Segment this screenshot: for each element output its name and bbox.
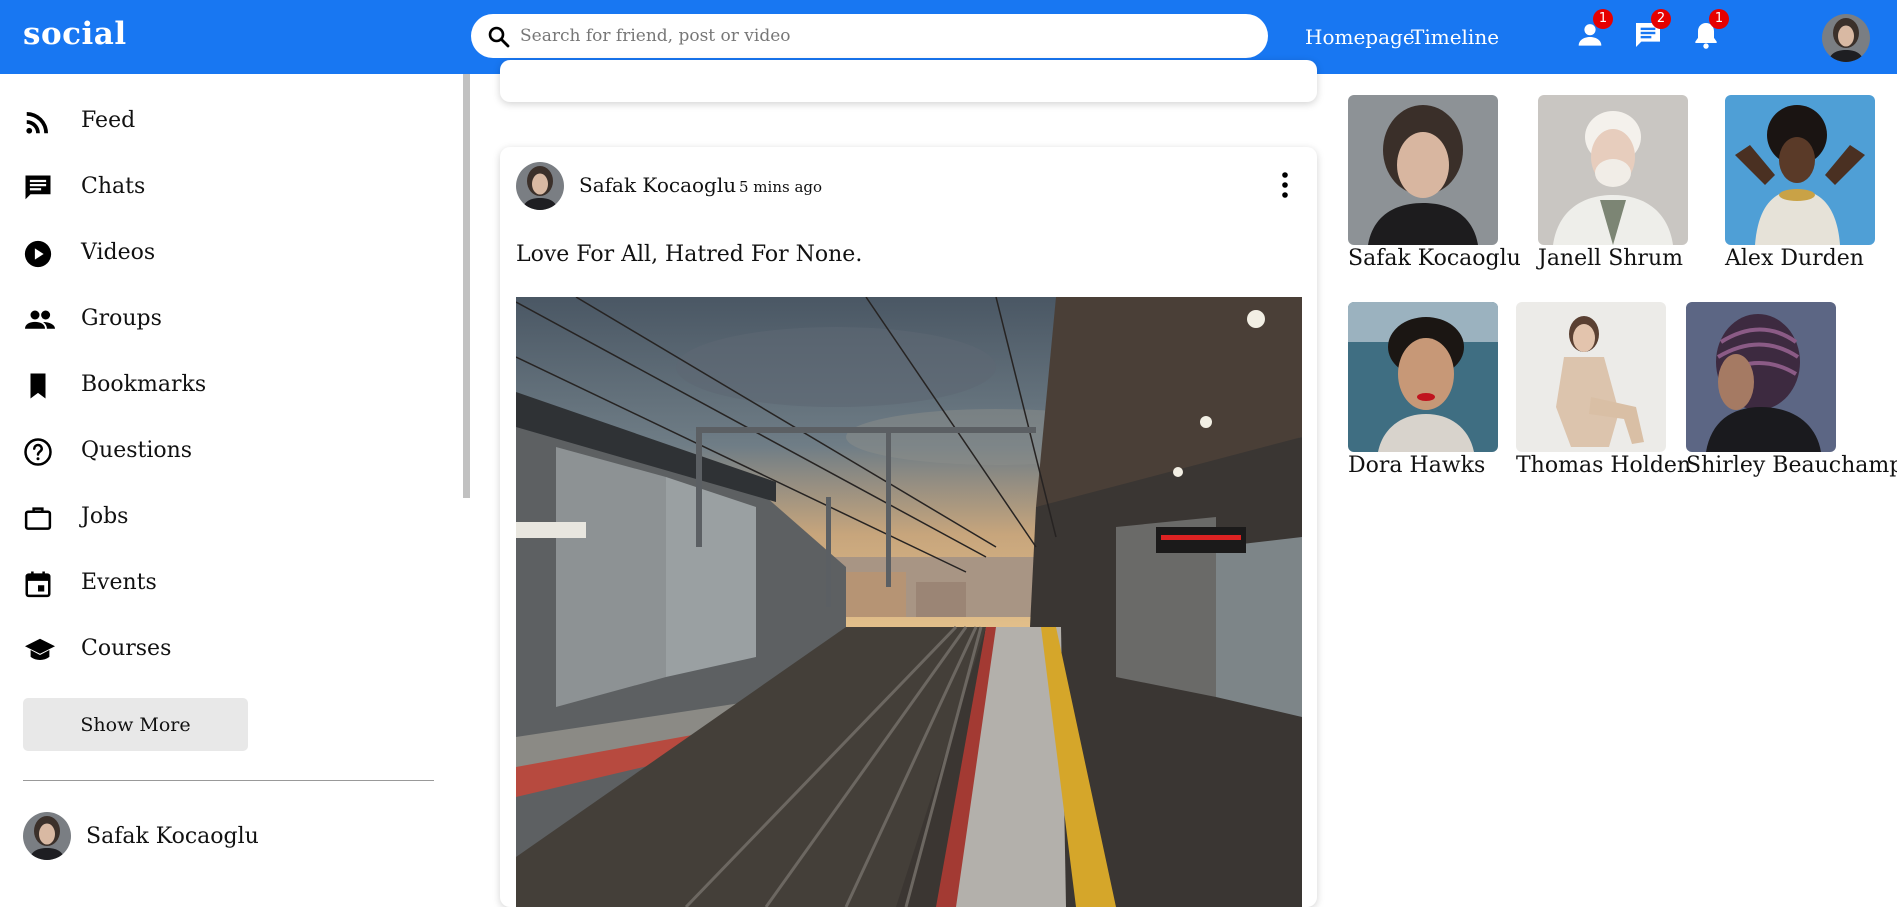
bookmark-icon: [30, 373, 46, 399]
portrait-braided-hair: [1686, 302, 1836, 452]
friend-name: Safak Kocaoglu: [1348, 246, 1521, 271]
sidebar-item-courses[interactable]: Courses: [23, 625, 443, 675]
sidebar-item-label: Questions: [81, 438, 193, 463]
friend-tile[interactable]: Thomas Holden: [1516, 302, 1692, 478]
logo[interactable]: social: [23, 16, 127, 52]
play-circle-icon: [24, 240, 52, 268]
sidebar-item-label: Bookmarks: [81, 372, 207, 397]
sidebar-item-label: Courses: [81, 636, 172, 661]
sidebar-item-questions[interactable]: Questions: [23, 427, 443, 477]
friend-photo: [1538, 95, 1688, 245]
portrait-woman-dark-hair: [1348, 95, 1498, 245]
sidebar-friend-name: Safak Kocaoglu: [86, 824, 259, 849]
avatar: [23, 812, 71, 860]
sidebar-scrollbar[interactable]: [463, 74, 470, 498]
train-station-photo: [516, 297, 1302, 907]
portrait-man-white-hair: [1538, 95, 1688, 245]
friend-photo: [1516, 302, 1666, 452]
avatar-photo: [516, 162, 564, 210]
more-vert-icon: [1282, 172, 1288, 198]
friend-photo: [1725, 95, 1875, 245]
portrait-woman-red-lips: [1348, 302, 1498, 452]
friend-photo: [1348, 302, 1498, 452]
sidebar-item-chats[interactable]: Chats: [23, 163, 443, 213]
previous-post-card: [500, 60, 1317, 102]
friend-tile[interactable]: Dora Hawks: [1348, 302, 1503, 478]
post-timestamp: 5 mins ago: [739, 178, 823, 196]
rss-feed-icon: [26, 112, 48, 134]
sidebar-item-bookmarks[interactable]: Bookmarks: [23, 361, 443, 411]
sidebar-item-label: Chats: [81, 174, 146, 199]
friend-name: Thomas Holden: [1516, 453, 1692, 478]
friend-requests-badge: 1: [1593, 9, 1613, 29]
friend-photo: [1686, 302, 1836, 452]
avatar-photo: [23, 812, 71, 860]
sidebar-item-label: Jobs: [81, 504, 129, 529]
school-icon: [25, 638, 55, 660]
calendar-icon: [25, 571, 51, 598]
post-author-avatar[interactable]: [516, 162, 564, 210]
post-text: Love For All, Hatred For None.: [516, 242, 863, 267]
post-author-name[interactable]: Safak Kocaoglu: [579, 173, 736, 197]
sidebar-item-label: Groups: [81, 306, 162, 331]
sidebar-item-groups[interactable]: Groups: [23, 295, 443, 345]
friend-name: Dora Hawks: [1348, 453, 1486, 478]
messages-button[interactable]: 2: [1632, 9, 1671, 53]
friend-name: Alex Durden: [1725, 246, 1864, 271]
homepage-link[interactable]: Homepage: [1305, 25, 1415, 49]
avatar-photo: [1822, 14, 1870, 62]
timeline-link[interactable]: Timeline: [1411, 25, 1499, 49]
sidebar-friend-item[interactable]: Safak Kocaoglu: [23, 812, 323, 860]
search-bar[interactable]: [471, 14, 1268, 58]
friend-tile[interactable]: Janell Shrum: [1538, 95, 1693, 271]
sidebar-item-videos[interactable]: Videos: [23, 229, 443, 279]
post-image[interactable]: [516, 297, 1302, 907]
friend-tile[interactable]: Safak Kocaoglu: [1348, 95, 1521, 271]
friend-requests-button[interactable]: 1: [1574, 9, 1613, 53]
friend-tile[interactable]: Alex Durden: [1725, 95, 1880, 271]
portrait-woman-blue-sky: [1725, 95, 1875, 245]
profile-avatar[interactable]: [1822, 14, 1870, 62]
chat-icon: [25, 175, 51, 200]
notifications-button[interactable]: 1: [1690, 9, 1729, 53]
messages-badge: 2: [1651, 9, 1671, 29]
show-more-button[interactable]: Show More: [23, 698, 248, 751]
sidebar-item-jobs[interactable]: Jobs: [23, 493, 443, 543]
search-input[interactable]: [518, 20, 1242, 52]
briefcase-icon: [24, 507, 52, 530]
post-options-button[interactable]: [1276, 169, 1294, 203]
post-card: Safak Kocaoglu 5 mins ago Love For All, …: [500, 147, 1317, 907]
sidebar-item-label: Feed: [81, 108, 136, 133]
help-circle-icon: [24, 438, 52, 466]
sidebar-item-events[interactable]: Events: [23, 559, 443, 609]
group-icon: [25, 310, 55, 329]
friend-photo: [1348, 95, 1498, 245]
friend-name: Shirley Beauchamp: [1686, 453, 1897, 478]
sidebar-item-label: Videos: [81, 240, 156, 265]
sidebar-item-label: Events: [81, 570, 157, 595]
sidebar-item-feed[interactable]: Feed: [23, 97, 443, 147]
notifications-badge: 1: [1709, 9, 1729, 29]
portrait-seated-person: [1516, 302, 1666, 452]
friend-name: Janell Shrum: [1538, 246, 1683, 271]
search-icon: [488, 26, 510, 48]
sidebar-divider: [23, 780, 434, 781]
friend-tile[interactable]: Shirley Beauchamp: [1686, 302, 1897, 478]
